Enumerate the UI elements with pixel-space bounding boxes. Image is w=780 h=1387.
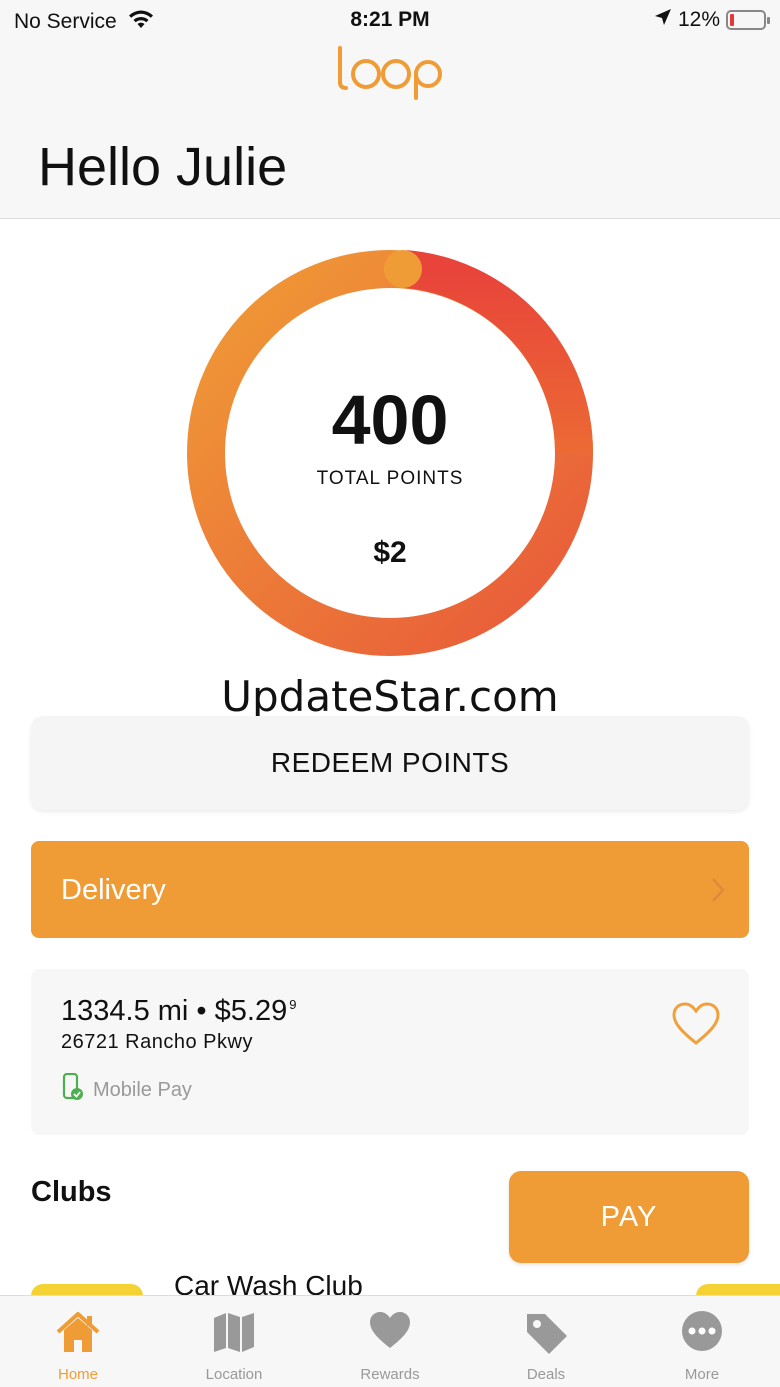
club-name: Car Wash Club [174,1270,363,1295]
mobile-pay-icon [61,1072,85,1107]
pay-button[interactable]: PAY [509,1171,749,1263]
greeting: Hello Julie [38,137,288,197]
header: Hello Julie [0,40,780,219]
tab-rewards[interactable]: Rewards [312,1296,468,1387]
station-distance-price: 1334.5 mi • $5.29 9 [61,995,296,1028]
home-icon [0,1310,156,1354]
tab-deals[interactable]: Deals [468,1296,624,1387]
station-distance: 1334.5 mi [61,995,189,1027]
points-ring: 400 TOTAL POINTS $2 [187,250,594,656]
map-icon [156,1310,312,1354]
watermark: UpdateStar.com [221,672,559,721]
points-ring-center: 400 TOTAL POINTS $2 [187,250,593,656]
tab-location[interactable]: Location [156,1296,312,1387]
club-badge [31,1284,143,1295]
tab-more[interactable]: More [624,1296,780,1387]
status-right: 12% [654,8,770,32]
favorite-heart-icon[interactable] [671,1001,721,1052]
clubs-heading: Clubs [31,1176,112,1208]
battery-percent: 12% [677,8,720,31]
redeem-points-button[interactable]: REDEEM POINTS [31,716,749,810]
battery-icon [726,10,770,30]
tab-more-label: More [684,1366,720,1383]
delivery-bar[interactable]: Delivery [31,841,749,938]
tab-deals-label: Deals [526,1366,566,1383]
tab-bar: Home Location Rewards Deals More [0,1295,780,1387]
tab-rewards-label: Rewards [360,1366,420,1383]
more-icon [624,1310,780,1352]
total-points-label: TOTAL POINTS [316,468,464,489]
fuel-price: $5.29 [214,995,288,1027]
station-address: 26721 Rancho Pkwy [61,1031,253,1053]
tab-home-label: Home [57,1366,98,1383]
mobile-pay-label: Mobile Pay [93,1078,192,1101]
tab-home[interactable]: Home [0,1296,156,1387]
battery-level [730,14,734,26]
loop-logo [330,42,450,107]
fuel-price-fraction: 9 [289,997,297,1013]
club-item[interactable]: Car Wash Club [0,1270,780,1295]
mobile-pay-badge: Mobile Pay [61,1072,192,1107]
heart-icon [312,1310,468,1350]
chevron-right-icon [711,877,725,908]
delivery-label: Delivery [61,874,166,906]
separator-dot: • [196,995,207,1027]
total-points: 400 [331,381,449,459]
points-dollar-value: $2 [373,536,407,569]
tag-icon [468,1310,624,1356]
tab-location-label: Location [205,1366,263,1383]
club-action-badge [696,1284,780,1295]
station-card[interactable]: 1334.5 mi • $5.29 9 26721 Rancho Pkwy Mob… [31,969,749,1135]
status-bar: No Service 8:21 PM 12% [0,0,780,40]
location-arrow-icon [654,8,672,32]
